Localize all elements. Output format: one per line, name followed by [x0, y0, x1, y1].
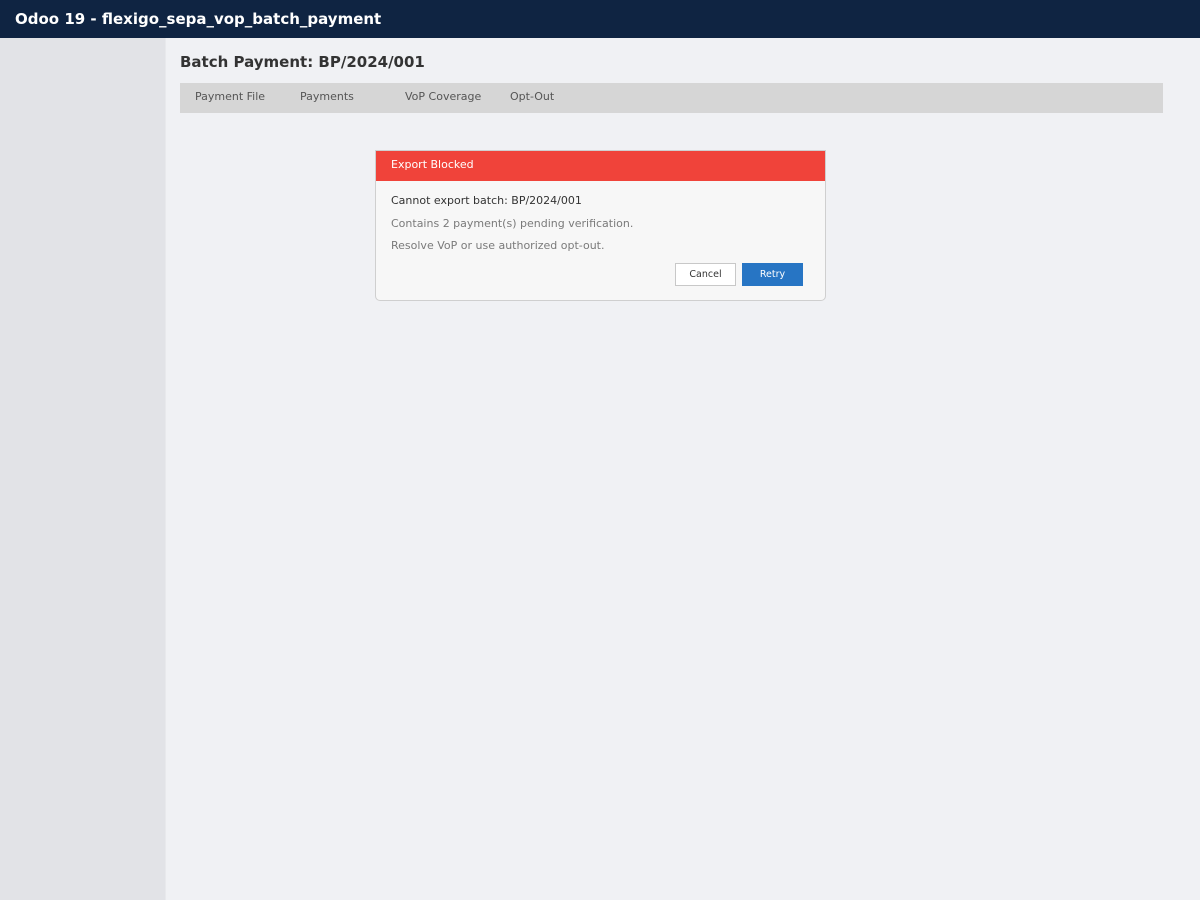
tab-payment-file[interactable]: Payment File [195, 83, 265, 113]
app-title: Odoo 19 - flexigo_sepa_vop_batch_payment [15, 10, 382, 28]
tab-vop-coverage[interactable]: VoP Coverage [405, 83, 481, 113]
retry-button[interactable]: Retry [742, 263, 803, 286]
dialog-detail: Contains 2 payment(s) pending verificati… [391, 217, 634, 230]
tab-bar: Payment File Payments VoP Coverage Opt-O… [180, 83, 1163, 113]
cancel-button[interactable]: Cancel [675, 263, 736, 286]
main-content: Batch Payment: BP/2024/001 Payment File … [166, 38, 1200, 900]
export-blocked-dialog: Export Blocked Cannot export batch: BP/2… [375, 150, 826, 301]
dialog-body: Cannot export batch: BP/2024/001 Contain… [376, 181, 825, 300]
tab-opt-out[interactable]: Opt-Out [510, 83, 554, 113]
top-navbar: Odoo 19 - flexigo_sepa_vop_batch_payment [0, 0, 1200, 38]
dialog-hint: Resolve VoP or use authorized opt-out. [391, 239, 605, 252]
dialog-message: Cannot export batch: BP/2024/001 [391, 194, 582, 207]
tab-payments[interactable]: Payments [300, 83, 354, 113]
dialog-title: Export Blocked [376, 151, 825, 181]
sidebar [0, 38, 166, 900]
page-title: Batch Payment: BP/2024/001 [180, 53, 425, 71]
